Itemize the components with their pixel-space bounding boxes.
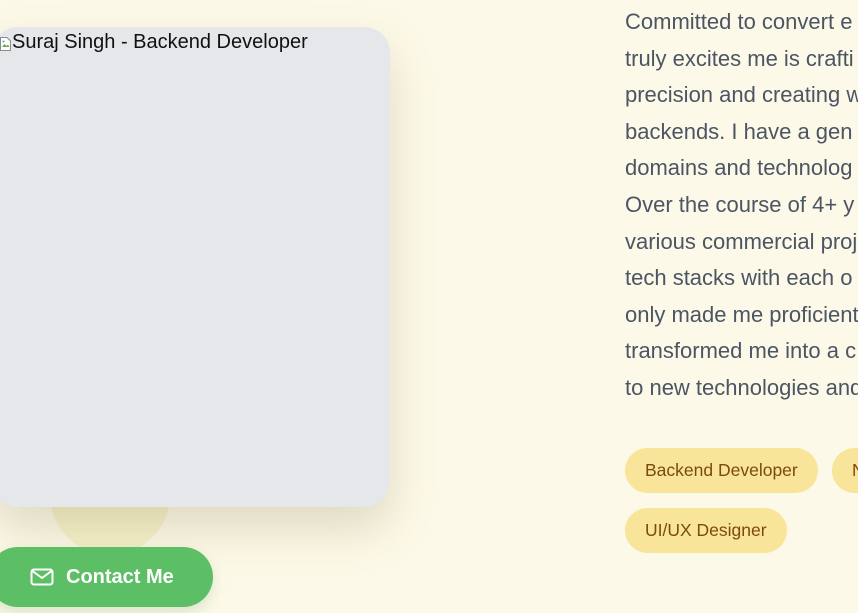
tag-backend-developer[interactable]: Backend Developer	[625, 448, 818, 493]
bio-paragraph: Committed to convert e truly excites me …	[625, 4, 858, 407]
bio-line: Over the course of 4+ y	[625, 191, 855, 217]
bio-line: only made me proficient	[625, 301, 858, 327]
photo-alt-label: Suraj Singh - Backend Developer	[12, 31, 308, 53]
bio-line: to new technologies and	[625, 374, 858, 400]
bio-line: transformed me into a c	[625, 338, 857, 364]
bio-line: various commercial proj	[625, 228, 858, 254]
bio-line: Committed to convert e	[625, 9, 853, 34]
mail-icon	[30, 568, 54, 586]
bio-line: precision and creating w	[625, 82, 858, 108]
bio-line: backends. I have a gen	[625, 118, 853, 144]
contact-me-label: Contact Me	[66, 565, 174, 588]
tag-partial[interactable]: N	[832, 448, 858, 493]
bio-line: domains and technolog	[625, 155, 853, 181]
bio-line: tech stacks with each o	[625, 265, 853, 291]
tag-ui-ux-designer[interactable]: UI/UX Designer	[625, 508, 787, 553]
profile-photo: Suraj Singh - Backend Developer	[0, 27, 390, 507]
contact-me-button[interactable]: Contact Me	[0, 547, 213, 607]
broken-image-icon	[0, 34, 11, 51]
about-section: Suraj Singh - Backend Developer Contact …	[0, 0, 858, 613]
photo-alt-text: Suraj Singh - Backend Developer	[0, 31, 308, 53]
bio-line: truly excites me is crafti	[625, 45, 854, 71]
